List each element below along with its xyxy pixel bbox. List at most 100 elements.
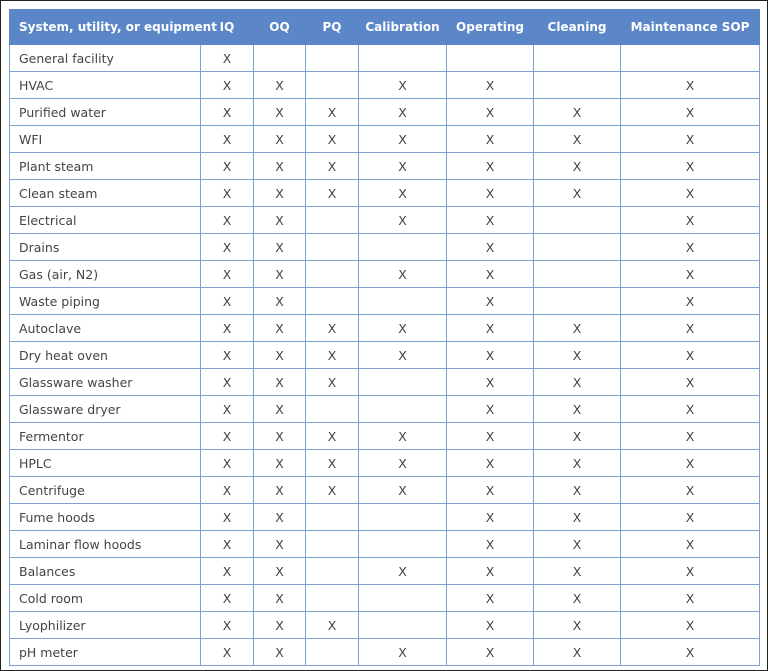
- check-cell: X: [620, 260, 760, 288]
- table-row: Glassware washer X X X X X X: [9, 368, 760, 396]
- check-cell: X: [358, 206, 447, 234]
- check-cell: X: [446, 611, 534, 639]
- column-header: Operating: [446, 9, 534, 45]
- check-cell: X: [253, 395, 306, 423]
- check-cell: X: [620, 98, 760, 126]
- check-cell: [358, 44, 447, 72]
- check-cell: [446, 44, 534, 72]
- check-cell: [305, 233, 359, 261]
- check-cell: X: [533, 125, 621, 153]
- check-cell: X: [620, 449, 760, 477]
- table-row: Balances X X X X X X: [9, 557, 760, 585]
- row-label: Cold room: [9, 584, 201, 612]
- check-cell: X: [253, 260, 306, 288]
- table-row: Clean steam X X X X X X X: [9, 179, 760, 207]
- check-cell: X: [253, 638, 306, 666]
- row-label: Fermentor: [9, 422, 201, 450]
- check-cell: X: [253, 71, 306, 99]
- check-cell: X: [305, 368, 359, 396]
- check-cell: X: [533, 557, 621, 585]
- table-row: General facility X: [9, 44, 760, 72]
- check-cell: X: [358, 341, 447, 369]
- row-label: Waste piping: [9, 287, 201, 315]
- table-row: Fermentor X X X X X X X: [9, 422, 760, 450]
- check-cell: X: [200, 476, 254, 504]
- check-cell: [305, 395, 359, 423]
- check-cell: X: [253, 152, 306, 180]
- check-cell: X: [253, 611, 306, 639]
- check-cell: X: [305, 125, 359, 153]
- check-cell: [533, 287, 621, 315]
- table-row: Dry heat oven X X X X X X X: [9, 341, 760, 369]
- check-cell: X: [305, 98, 359, 126]
- check-cell: X: [620, 503, 760, 531]
- check-cell: X: [446, 260, 534, 288]
- check-cell: [358, 503, 447, 531]
- column-header: System, utility, or equipment: [9, 9, 217, 45]
- check-cell: X: [620, 341, 760, 369]
- check-cell: X: [200, 287, 254, 315]
- check-cell: X: [253, 503, 306, 531]
- table-row: Gas (air, N2) X X X X X: [9, 260, 760, 288]
- row-label: Lyophilizer: [9, 611, 201, 639]
- check-cell: X: [446, 152, 534, 180]
- check-cell: [358, 287, 447, 315]
- check-cell: X: [533, 179, 621, 207]
- check-cell: [533, 233, 621, 261]
- check-cell: X: [358, 314, 447, 342]
- check-cell: [305, 638, 359, 666]
- check-cell: X: [533, 638, 621, 666]
- check-cell: [358, 395, 447, 423]
- check-cell: X: [358, 476, 447, 504]
- table-row: Centrifuge X X X X X X X: [9, 476, 760, 504]
- check-cell: X: [533, 152, 621, 180]
- table-row: Fume hoods X X X X X: [9, 503, 760, 531]
- check-cell: X: [446, 341, 534, 369]
- check-cell: X: [253, 584, 306, 612]
- check-cell: X: [446, 233, 534, 261]
- check-cell: X: [253, 368, 306, 396]
- check-cell: X: [620, 557, 760, 585]
- check-cell: X: [200, 557, 254, 585]
- row-label: Fume hoods: [9, 503, 201, 531]
- column-header: Calibration: [358, 9, 447, 45]
- table-row: HPLC X X X X X X X: [9, 449, 760, 477]
- check-cell: X: [358, 422, 447, 450]
- check-cell: [305, 584, 359, 612]
- check-cell: X: [358, 152, 447, 180]
- check-cell: X: [358, 125, 447, 153]
- check-cell: X: [446, 314, 534, 342]
- table-row: Lyophilizer X X X X X X: [9, 611, 760, 639]
- check-cell: X: [446, 530, 534, 558]
- row-label: General facility: [9, 44, 201, 72]
- check-cell: X: [533, 530, 621, 558]
- check-cell: X: [620, 287, 760, 315]
- check-cell: X: [253, 98, 306, 126]
- check-cell: X: [200, 125, 254, 153]
- check-cell: [533, 71, 621, 99]
- check-cell: X: [253, 206, 306, 234]
- check-cell: [305, 503, 359, 531]
- check-cell: X: [305, 314, 359, 342]
- check-cell: [305, 44, 359, 72]
- check-cell: X: [305, 422, 359, 450]
- table-row: HVAC X X X X X: [9, 71, 760, 99]
- check-cell: [358, 530, 447, 558]
- row-label: Drains: [9, 233, 201, 261]
- check-cell: X: [533, 584, 621, 612]
- check-cell: X: [446, 422, 534, 450]
- check-cell: X: [200, 638, 254, 666]
- table-row: Drains X X X X: [9, 233, 760, 261]
- row-label: Electrical: [9, 206, 201, 234]
- check-cell: X: [446, 368, 534, 396]
- check-cell: X: [358, 449, 447, 477]
- validation-matrix-table: System, utility, or equipment IQ OQ PQ Calib…: [9, 9, 760, 666]
- table-row: Glassware dryer X X X X X: [9, 395, 760, 423]
- check-cell: X: [305, 611, 359, 639]
- table-row: Autoclave X X X X X X X: [9, 314, 760, 342]
- check-cell: X: [446, 71, 534, 99]
- check-cell: [620, 44, 760, 72]
- check-cell: X: [200, 98, 254, 126]
- check-cell: [305, 71, 359, 99]
- check-cell: X: [620, 71, 760, 99]
